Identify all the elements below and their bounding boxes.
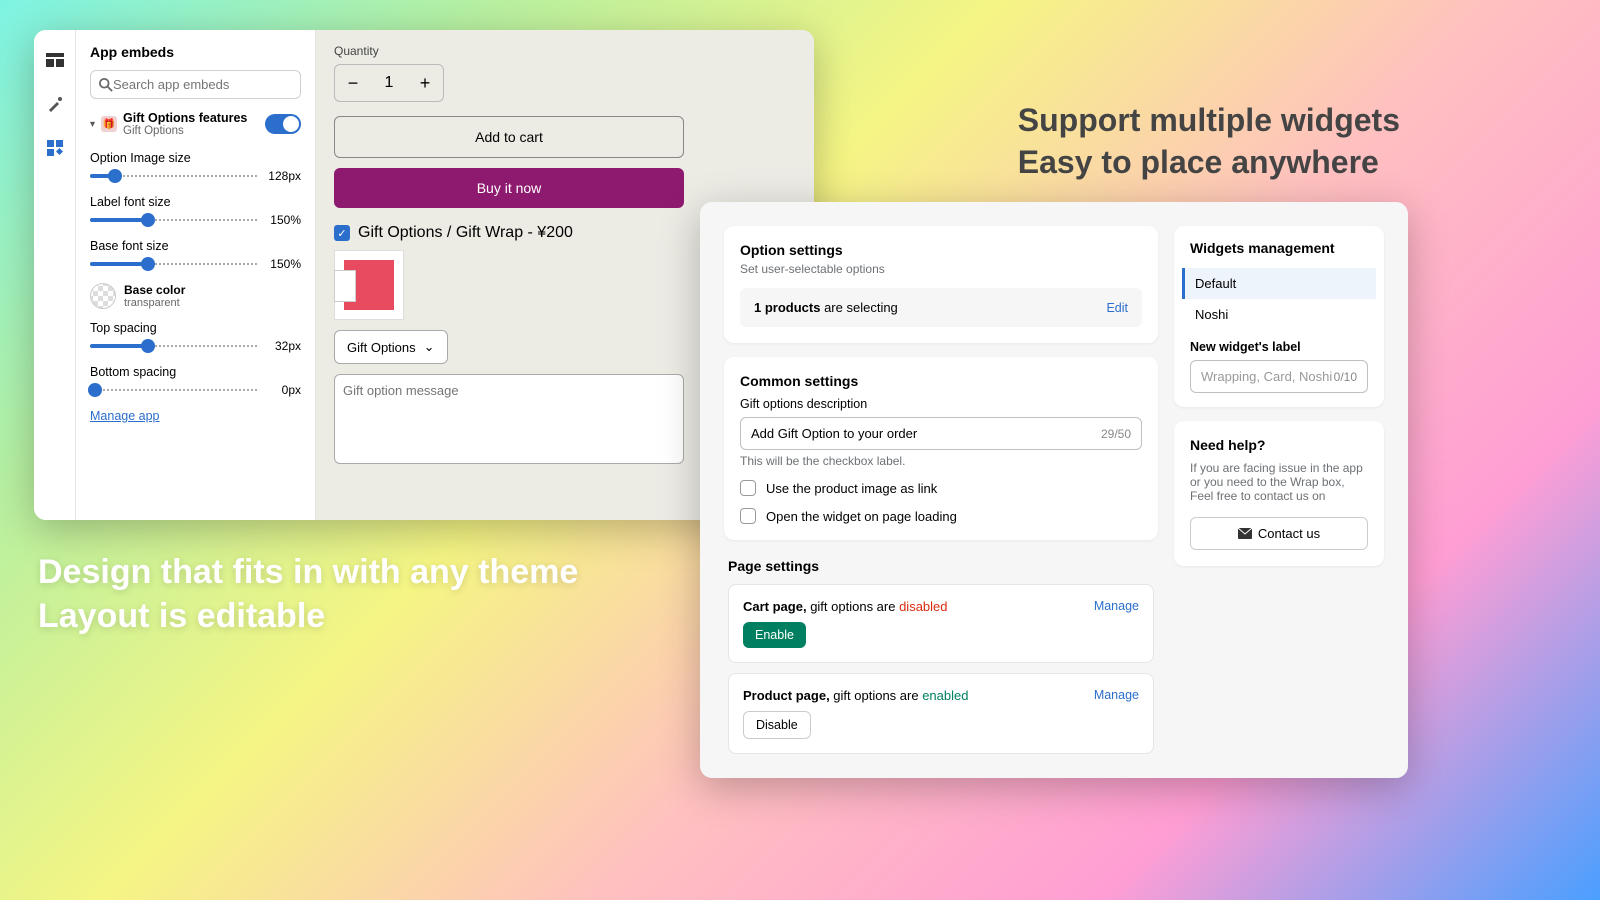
slider-top-spacing[interactable] — [90, 345, 257, 347]
checkbox-open-on-load[interactable]: Open the widget on page loading — [740, 508, 1142, 524]
feature-subtitle: Gift Options — [123, 125, 259, 137]
add-to-cart-button[interactable]: Add to cart — [334, 116, 684, 158]
widgets-management-card: Widgets management Default Noshi New wid… — [1174, 226, 1384, 407]
sections-icon[interactable] — [45, 50, 65, 70]
marketing-caption-left: Design that fits in with any theme Layou… — [38, 550, 578, 638]
buy-now-button[interactable]: Buy it now — [334, 168, 684, 208]
qty-value: 1 — [371, 74, 407, 92]
editor-icon-rail — [34, 30, 76, 520]
contact-us-button[interactable]: Contact us — [1190, 517, 1368, 550]
marketing-caption-right: Support multiple widgets Easy to place a… — [1018, 100, 1400, 183]
slider-image-size[interactable] — [90, 175, 257, 177]
app-icon: 🎁 — [101, 116, 117, 132]
widget-item-noshi[interactable]: Noshi — [1182, 299, 1376, 330]
card-title: Common settings — [740, 373, 1142, 389]
feature-toggle-row[interactable]: ▾ 🎁 Gift Options features Gift Options — [90, 111, 301, 137]
quantity-stepper: − 1 + — [334, 64, 444, 102]
gift-options-select[interactable]: Gift Options ⌄ — [334, 330, 448, 364]
page-settings-card: Page settings Cart page, gift options ar… — [724, 554, 1158, 754]
feature-title: Gift Options features — [123, 111, 259, 125]
need-help-card: Need help? If you are facing issue in th… — [1174, 421, 1384, 566]
app-embeds-icon[interactable] — [45, 138, 65, 158]
char-count: 29/50 — [1101, 427, 1131, 441]
widget-item-default[interactable]: Default — [1182, 268, 1376, 299]
app-embeds-sidebar: App embeds ▾ 🎁 Gift Options features Gif… — [76, 30, 316, 520]
field-help: This will be the checkbox label. — [740, 454, 1142, 468]
cart-page-row: Cart page, gift options are disabled Ena… — [728, 584, 1154, 663]
manage-link[interactable]: Manage — [1094, 599, 1139, 613]
search-input[interactable] — [113, 77, 292, 92]
manage-link[interactable]: Manage — [1094, 688, 1139, 702]
new-widget-input[interactable]: Wrapping, Card, Noshi 0/10 — [1190, 360, 1368, 393]
feature-toggle[interactable] — [265, 114, 301, 134]
checkbox-product-image-link[interactable]: Use the product image as link — [740, 480, 1142, 496]
enable-button[interactable]: Enable — [743, 622, 806, 648]
sidebar-title: App embeds — [90, 44, 301, 60]
search-input-wrap[interactable] — [90, 70, 301, 99]
help-text: If you are facing issue in the app or yo… — [1190, 461, 1368, 503]
theme-settings-icon[interactable] — [45, 94, 65, 114]
theme-editor-panel: App embeds ▾ 🎁 Gift Options features Gif… — [34, 30, 814, 520]
slider-label: Base font size — [90, 239, 301, 253]
slider-label: Option Image size — [90, 151, 301, 165]
common-settings-card: Common settings Gift options description… — [724, 357, 1158, 540]
color-swatch — [90, 283, 116, 309]
edit-link[interactable]: Edit — [1106, 301, 1128, 315]
description-input[interactable]: Add Gift Option to your order 29/50 — [740, 417, 1142, 450]
card-subtitle: Set user-selectable options — [740, 262, 1142, 276]
qty-minus-button[interactable]: − — [335, 65, 371, 101]
checkbox-checked-icon: ✓ — [334, 225, 350, 241]
quantity-label: Quantity — [334, 44, 796, 58]
chevron-down-icon: ⌄ — [424, 339, 435, 355]
manage-app-link[interactable]: Manage app — [90, 409, 160, 423]
app-settings-panel: Option settings Set user-selectable opti… — [700, 202, 1408, 778]
card-title: Need help? — [1190, 437, 1368, 453]
slider-label: Top spacing — [90, 321, 301, 335]
search-icon — [99, 78, 113, 92]
gift-option-image[interactable] — [334, 250, 404, 320]
card-title: Widgets management — [1182, 240, 1376, 264]
product-page-row: Product page, gift options are enabled D… — [728, 673, 1154, 754]
slider-bottom-spacing[interactable] — [90, 389, 257, 391]
slider-base-font[interactable] — [90, 263, 257, 265]
products-selecting-row: 1 products are selecting Edit — [740, 288, 1142, 327]
mail-icon — [1238, 528, 1252, 539]
option-settings-card: Option settings Set user-selectable opti… — [724, 226, 1158, 343]
char-count: 0/10 — [1334, 370, 1357, 384]
slider-label-font[interactable] — [90, 219, 257, 221]
disable-button[interactable]: Disable — [743, 711, 811, 739]
slider-label: Label font size — [90, 195, 301, 209]
slider-label: Bottom spacing — [90, 365, 301, 379]
gift-message-textarea[interactable] — [334, 374, 684, 464]
field-label: Gift options description — [740, 397, 1142, 411]
card-title: Option settings — [740, 242, 1142, 258]
qty-plus-button[interactable]: + — [407, 65, 443, 101]
gift-wrap-label: Gift Options / Gift Wrap - ¥200 — [358, 224, 573, 242]
chevron-down-icon: ▾ — [90, 119, 95, 130]
new-widget-label: New widget's label — [1190, 340, 1368, 354]
base-color-row[interactable]: Base colortransparent — [90, 283, 301, 309]
card-title: Page settings — [728, 558, 1154, 574]
